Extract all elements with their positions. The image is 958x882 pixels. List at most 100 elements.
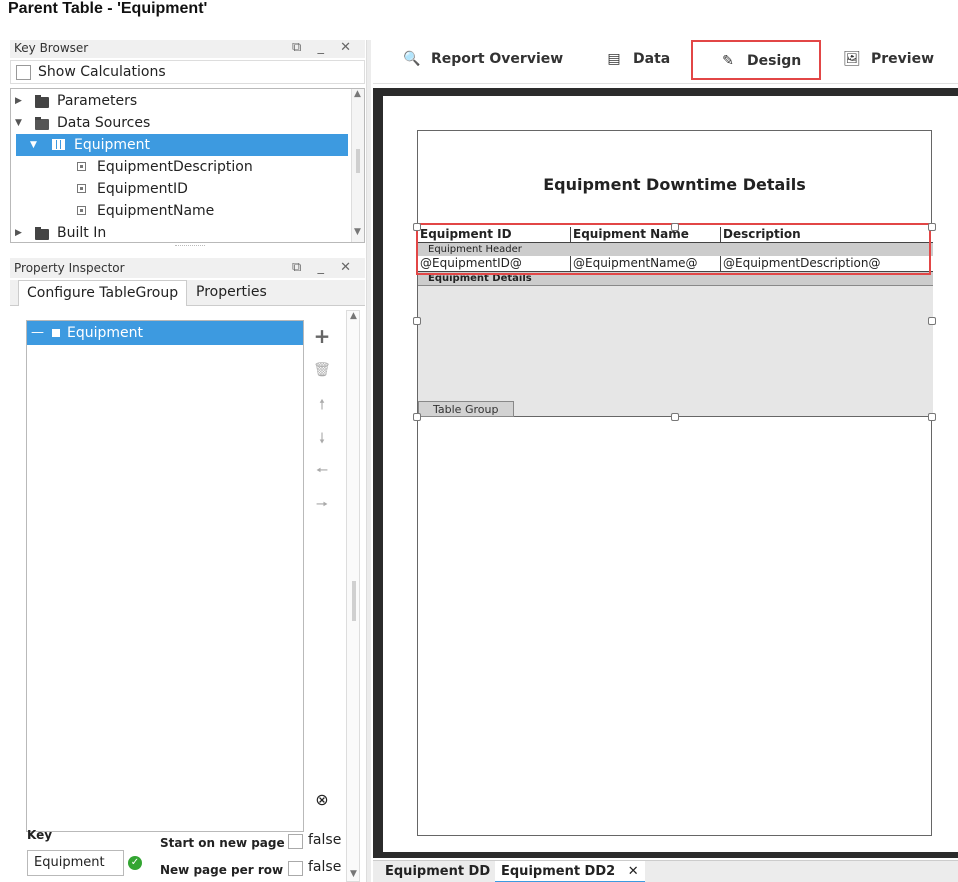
start-new-page-checkbox[interactable]: [288, 834, 303, 849]
trash-icon[interactable]: 🗑: [312, 362, 332, 378]
key-input[interactable]: Equipment: [27, 850, 124, 876]
new-page-per-row-checkbox[interactable]: [288, 861, 303, 876]
collapse-arrow-icon[interactable]: ▼: [15, 112, 22, 134]
property-inspector-title: Property Inspector: [14, 261, 125, 275]
new-page-per-row-label: New page per row: [160, 863, 284, 877]
folder-open-icon: [35, 117, 49, 130]
key-browser-panel: Key Browser ⧉ _ ✕ Show Calculations ▶ Pa…: [10, 40, 365, 252]
tab-preview[interactable]: 🖼 Preview: [843, 42, 934, 76]
resize-handle[interactable]: [928, 317, 936, 325]
folder-icon: [35, 227, 49, 240]
vertical-splitter[interactable]: [366, 40, 371, 882]
folder-icon: [35, 95, 49, 108]
scroll-down-icon[interactable]: ▼: [350, 869, 357, 879]
show-calculations-label: Show Calculations: [38, 64, 166, 80]
tab-label: Report Overview: [431, 51, 564, 67]
tree-label: Built In: [57, 225, 107, 241]
design-canvas-frame: Equipment Downtime Details Equipment ID …: [373, 88, 958, 858]
top-tab-bar: 🔍 Report Overview ▤ Data ✎ Design 🖼 Preview: [373, 40, 958, 84]
arrow-up-icon[interactable]: 🠕: [312, 394, 332, 418]
document-tab-bar: Equipment DD Equipment DD2 ✕: [373, 860, 958, 882]
database-icon: ▤: [607, 51, 621, 67]
image-icon: 🖼: [843, 51, 861, 67]
key-tree: ▶ Parameters ▼ Data Sources ▼ Equipment …: [10, 88, 365, 243]
key-label: Key: [27, 828, 53, 842]
tab-properties[interactable]: Properties: [188, 280, 275, 304]
field-icon: [77, 206, 86, 215]
resize-handle[interactable]: [413, 317, 421, 325]
tree-item-equipment[interactable]: ▼ Equipment: [16, 134, 348, 156]
show-calculations-row: Show Calculations: [10, 60, 365, 84]
close-icon[interactable]: ✕: [628, 864, 639, 879]
report-title: Equipment Downtime Details: [543, 175, 806, 194]
field-icon: [77, 162, 86, 171]
tree-label: EquipmentID: [97, 181, 188, 197]
start-new-page-label: Start on new page: [160, 836, 285, 850]
inspector-scrollbar[interactable]: ▲ ▼: [346, 310, 360, 882]
table-icon: [52, 139, 65, 150]
key-browser-title: Key Browser: [14, 41, 89, 55]
scroll-down-icon[interactable]: ▼: [354, 227, 361, 237]
key-browser-header: Key Browser ⧉ _ ✕: [10, 40, 365, 58]
collapse-arrow-icon[interactable]: ▼: [30, 134, 37, 156]
tree-label: EquipmentDescription: [97, 159, 253, 175]
tree-scrollbar[interactable]: ▲ ▼: [351, 89, 364, 242]
resize-handle[interactable]: [671, 413, 679, 421]
group-square-icon: [52, 329, 60, 337]
tab-report-overview[interactable]: 🔍 Report Overview: [403, 42, 563, 76]
property-inspector-panel: Property Inspector ⧉ _ ✕ Configure Table…: [10, 258, 365, 882]
panel-window-controls[interactable]: ⧉ _ ✕: [292, 258, 357, 278]
scroll-up-icon[interactable]: ▲: [354, 89, 361, 99]
resize-handle[interactable]: [413, 413, 421, 421]
tree-item-data-sources[interactable]: ▼ Data Sources: [11, 112, 351, 134]
add-icon[interactable]: +: [312, 324, 332, 348]
arrow-right-icon[interactable]: 🠖: [312, 494, 332, 518]
show-calculations-checkbox[interactable]: [16, 65, 31, 80]
expand-arrow-icon[interactable]: ▶: [15, 222, 22, 244]
tablegroup-list: — Equipment: [26, 320, 304, 832]
tree-item-parameters[interactable]: ▶ Parameters: [11, 90, 351, 112]
tree-line-icon: —: [31, 325, 44, 340]
scroll-thumb[interactable]: [356, 149, 360, 173]
property-inspector-header: Property Inspector ⧉ _ ✕: [10, 258, 365, 278]
field-icon: [77, 184, 86, 193]
tree-label: Equipment: [74, 137, 150, 153]
close-circle-icon[interactable]: ⊗: [312, 790, 332, 809]
panel-window-controls[interactable]: ⧉ _ ✕: [292, 40, 357, 56]
doc-tab-label: Equipment DD2: [501, 864, 616, 879]
tree-item-built-in[interactable]: ▶ Built In: [11, 222, 351, 244]
search-doc-icon: 🔍: [403, 51, 421, 67]
arrow-down-icon[interactable]: 🠗: [312, 428, 332, 452]
panel-splitter[interactable]: [175, 245, 205, 248]
resize-handle[interactable]: [928, 223, 936, 231]
tablegroup-item-label: Equipment: [67, 325, 143, 341]
check-valid-icon: ✓: [128, 856, 142, 870]
scroll-up-icon[interactable]: ▲: [350, 311, 357, 321]
tree-item-equipment-id[interactable]: EquipmentID: [11, 178, 351, 200]
page-caption: Parent Table - 'Equipment': [8, 0, 208, 17]
scroll-thumb[interactable]: [352, 581, 356, 621]
resize-handle[interactable]: [928, 413, 936, 421]
tree-item-equipment-description[interactable]: EquipmentDescription: [11, 156, 351, 178]
expand-arrow-icon[interactable]: ▶: [15, 90, 22, 112]
doc-tab-equipment-dd[interactable]: Equipment DD: [379, 861, 496, 882]
tree-item-equipment-name[interactable]: EquipmentName: [11, 200, 351, 222]
doc-tab-equipment-dd2[interactable]: Equipment DD2 ✕: [495, 861, 645, 882]
design-highlight-box: [691, 40, 821, 80]
design-canvas[interactable]: Equipment Downtime Details Equipment ID …: [383, 96, 958, 852]
tab-data[interactable]: ▤ Data: [605, 42, 670, 76]
tab-configure-tablegroup[interactable]: Configure TableGroup: [18, 280, 188, 306]
tree-label: EquipmentName: [97, 203, 215, 219]
tablegroup-toolbar: + 🗑 🠕 🠗 🠔 🠖 ⊗: [312, 320, 334, 840]
arrow-left-icon[interactable]: 🠔: [312, 460, 332, 484]
tree-label: Data Sources: [57, 115, 151, 131]
table-group-label-tab[interactable]: Table Group: [418, 401, 514, 417]
new-page-per-row-value: false: [308, 859, 342, 875]
report-page[interactable]: Equipment Downtime Details Equipment ID …: [413, 130, 936, 836]
tablegroup-item-equipment[interactable]: — Equipment: [27, 321, 303, 345]
tab-label: Preview: [871, 51, 935, 67]
resize-handle[interactable]: [413, 223, 421, 231]
tab-label: Data: [633, 51, 671, 67]
inspector-tabs: Configure TableGroup Properties: [10, 280, 365, 306]
resize-handle[interactable]: [671, 223, 679, 231]
